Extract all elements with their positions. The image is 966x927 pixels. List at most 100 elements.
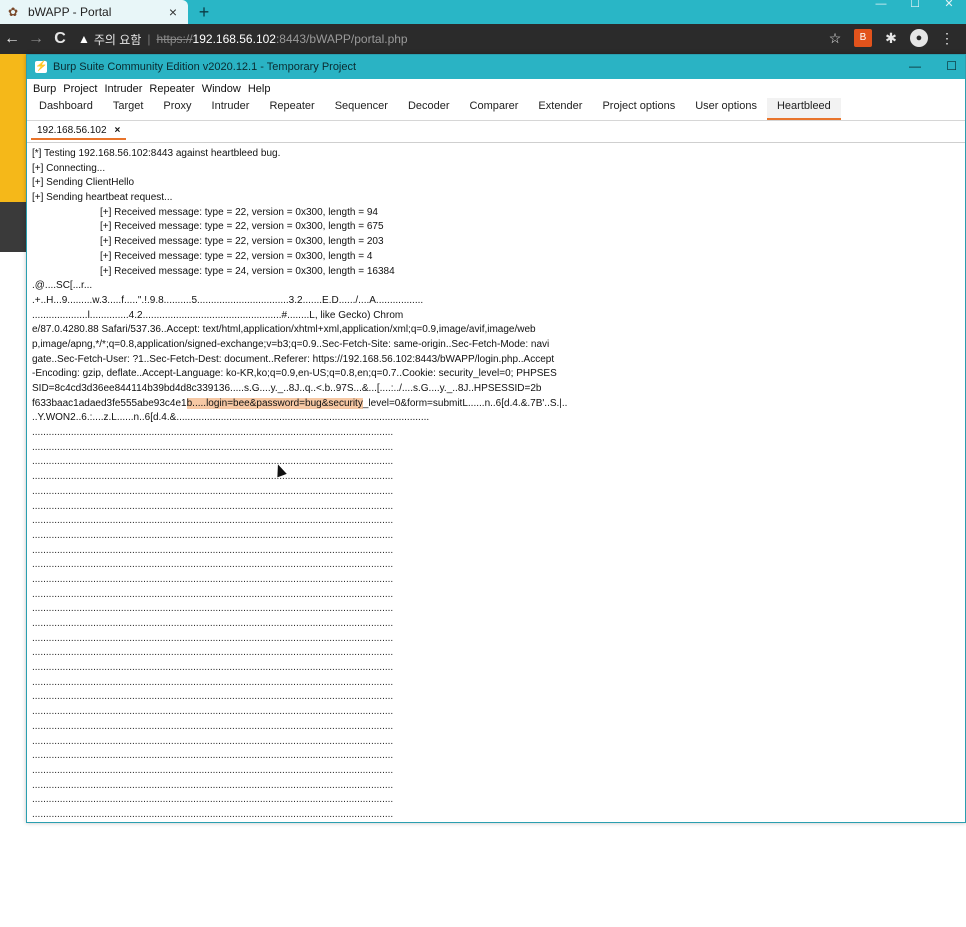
close-tab-icon[interactable]: × xyxy=(166,4,180,20)
filler-line: ........................................… xyxy=(32,544,394,556)
burp-extension-icon[interactable]: B xyxy=(854,29,872,47)
filler-line: ........................................… xyxy=(32,559,394,571)
tab-sequencer[interactable]: Sequencer xyxy=(325,98,398,120)
menu-project[interactable]: Project xyxy=(63,83,97,95)
tab-decoder[interactable]: Decoder xyxy=(398,98,460,120)
window-controls: — ☐ ✕ xyxy=(864,0,966,10)
menu-repeater[interactable]: Repeater xyxy=(149,83,194,95)
filler-line: ........................................… xyxy=(32,808,394,819)
burp-window: ⚡ Burp Suite Community Edition v2020.12.… xyxy=(26,54,966,823)
filler-line: ........................................… xyxy=(32,764,394,776)
filler-line: ........................................… xyxy=(32,618,394,629)
filler-line: ........................................… xyxy=(32,647,394,659)
dump-line: gate..Sec-Fetch-User: ?1..Sec-Fetch-Dest… xyxy=(32,353,555,365)
memory-filler: ........................................… xyxy=(32,426,962,819)
burp-menubar: Burp Project Intruder Repeater Window He… xyxy=(27,79,965,99)
output-line: [+] Connecting... xyxy=(32,162,106,174)
menu-burp[interactable]: Burp xyxy=(33,83,56,95)
menu-help[interactable]: Help xyxy=(248,83,271,95)
browser-actions: ☆ B ✱ ● ⋮ xyxy=(826,29,956,47)
browser-tab-title: bWAPP - Portal xyxy=(28,5,112,19)
browser-toolbar: ← → C ▲ 주의 요함 | https:// 192.168.56.102 … xyxy=(0,24,966,54)
filler-line: ........................................… xyxy=(32,632,394,644)
address-bar[interactable]: ▲ 주의 요함 | https:// 192.168.56.102 :8443/… xyxy=(78,28,858,50)
filler-line: ........................................… xyxy=(32,720,394,732)
menu-window[interactable]: Window xyxy=(202,83,241,95)
filler-line: ........................................… xyxy=(32,529,394,541)
received-line: [+] Received message: type = 22, version… xyxy=(100,236,384,248)
not-secure-label[interactable]: 주의 요함 xyxy=(94,31,142,48)
filler-line: ........................................… xyxy=(32,676,394,688)
tab-proxy[interactable]: Proxy xyxy=(153,98,201,120)
dump-line: p,image/apng,*/*;q=0.8,application/signe… xyxy=(32,338,550,350)
received-line: [+] Received message: type = 22, version… xyxy=(100,206,378,218)
filler-line: ........................................… xyxy=(32,456,394,468)
tab-repeater[interactable]: Repeater xyxy=(259,98,324,120)
credential-line-prefix: f633baac1adaed3fe555abe93c4e1 xyxy=(32,397,187,409)
heartbleed-subtabs: 192.168.56.102 × xyxy=(27,121,965,143)
output-line: [*] Testing 192.168.56.102:8443 against … xyxy=(32,148,281,159)
tab-dashboard[interactable]: Dashboard xyxy=(29,98,103,120)
tab-project-options[interactable]: Project options xyxy=(592,98,685,120)
filler-line: ........................................… xyxy=(32,427,394,439)
filler-line: ........................................… xyxy=(32,662,394,674)
leaked-credentials-highlight: b.....login=bee&password=bug&security xyxy=(186,397,363,409)
filler-line: ........................................… xyxy=(32,735,394,747)
extensions-puzzle-icon[interactable]: ✱ xyxy=(882,29,900,47)
burp-window-title: Burp Suite Community Edition v2020.12.1 … xyxy=(53,61,357,73)
page-background-nav xyxy=(0,202,28,252)
received-line: [+] Received message: type = 22, version… xyxy=(100,250,373,262)
burp-minimize-icon[interactable]: — xyxy=(909,59,921,73)
filler-line: ........................................… xyxy=(32,515,394,527)
new-tab-button[interactable]: + xyxy=(194,2,214,22)
filler-line: ........................................… xyxy=(32,573,394,585)
back-icon[interactable]: ← xyxy=(2,29,22,49)
heartbleed-output[interactable]: [*] Testing 192.168.56.102:8443 against … xyxy=(32,147,962,819)
account-icon[interactable]: ● xyxy=(910,29,928,47)
burp-maximize-icon[interactable]: ☐ xyxy=(946,59,957,73)
close-subtab-icon[interactable]: × xyxy=(115,125,121,136)
tab-target[interactable]: Target xyxy=(103,98,154,120)
browser-tabstrip: ✿ bWAPP - Portal × + — ☐ ✕ xyxy=(0,0,966,24)
minimize-icon[interactable]: — xyxy=(864,0,898,10)
dump-line: .@....SC[...r... xyxy=(32,280,93,292)
tab-heartbleed[interactable]: Heartbleed xyxy=(766,98,841,120)
warning-icon[interactable]: ▲ xyxy=(78,32,90,46)
tab-user-options[interactable]: User options xyxy=(685,98,767,120)
tab-extender[interactable]: Extender xyxy=(528,98,592,120)
reload-icon[interactable]: C xyxy=(50,29,70,49)
output-line: [+] Sending heartbeat request... xyxy=(32,192,173,204)
dump-line: SID=8c4cd3d36ee844114b39bd4d8c339136....… xyxy=(32,383,542,394)
browser-tab[interactable]: ✿ bWAPP - Portal × xyxy=(0,0,188,24)
bwapp-favicon-icon: ✿ xyxy=(8,5,19,19)
filler-line: ........................................… xyxy=(32,500,394,512)
page-background-banner xyxy=(0,54,28,202)
filler-line: ........................................… xyxy=(32,588,394,600)
filler-line: ........................................… xyxy=(32,691,394,703)
dump-line: .+..H...9.........w.3.....f.....".!.9.8.… xyxy=(32,294,424,306)
burp-main-tabs: Dashboard Target Proxy Intruder Repeater… xyxy=(27,98,965,121)
subtab-target-host[interactable]: 192.168.56.102 × xyxy=(31,123,127,140)
output-line: [+] Sending ClientHello xyxy=(32,177,135,189)
filler-line: ........................................… xyxy=(32,706,394,718)
received-line: [+] Received message: type = 24, version… xyxy=(100,265,395,277)
filler-line: ........................................… xyxy=(32,441,394,453)
tab-intruder[interactable]: Intruder xyxy=(202,98,260,120)
url-scheme: https:// xyxy=(156,32,193,46)
forward-icon[interactable]: → xyxy=(26,29,46,49)
dump-line: -Encoding: gzip, deflate..Accept-Languag… xyxy=(32,368,557,380)
bookmark-star-icon[interactable]: ☆ xyxy=(826,29,844,47)
url-path: :8443/bWAPP/portal.php xyxy=(275,32,408,46)
credential-line: f633baac1adaed3fe555abe93c4e1b.....login… xyxy=(32,397,962,412)
burp-titlebar: ⚡ Burp Suite Community Edition v2020.12.… xyxy=(27,55,965,79)
close-window-icon[interactable]: ✕ xyxy=(932,0,966,10)
url-host: 192.168.56.102 xyxy=(192,32,276,46)
dump-line: ....................l..............4.2..… xyxy=(32,309,404,321)
credential-line-suffix: _level=0&form=submitL......n..6[d.4.&.7B… xyxy=(362,397,568,409)
maximize-icon[interactable]: ☐ xyxy=(898,0,932,10)
dump-line: ..Y.WON2..6.:....z.L......n..6[d.4.&....… xyxy=(32,412,430,424)
browser-menu-icon[interactable]: ⋮ xyxy=(938,29,956,47)
tab-comparer[interactable]: Comparer xyxy=(460,98,529,120)
received-line: [+] Received message: type = 22, version… xyxy=(100,221,384,233)
menu-intruder[interactable]: Intruder xyxy=(105,83,143,95)
